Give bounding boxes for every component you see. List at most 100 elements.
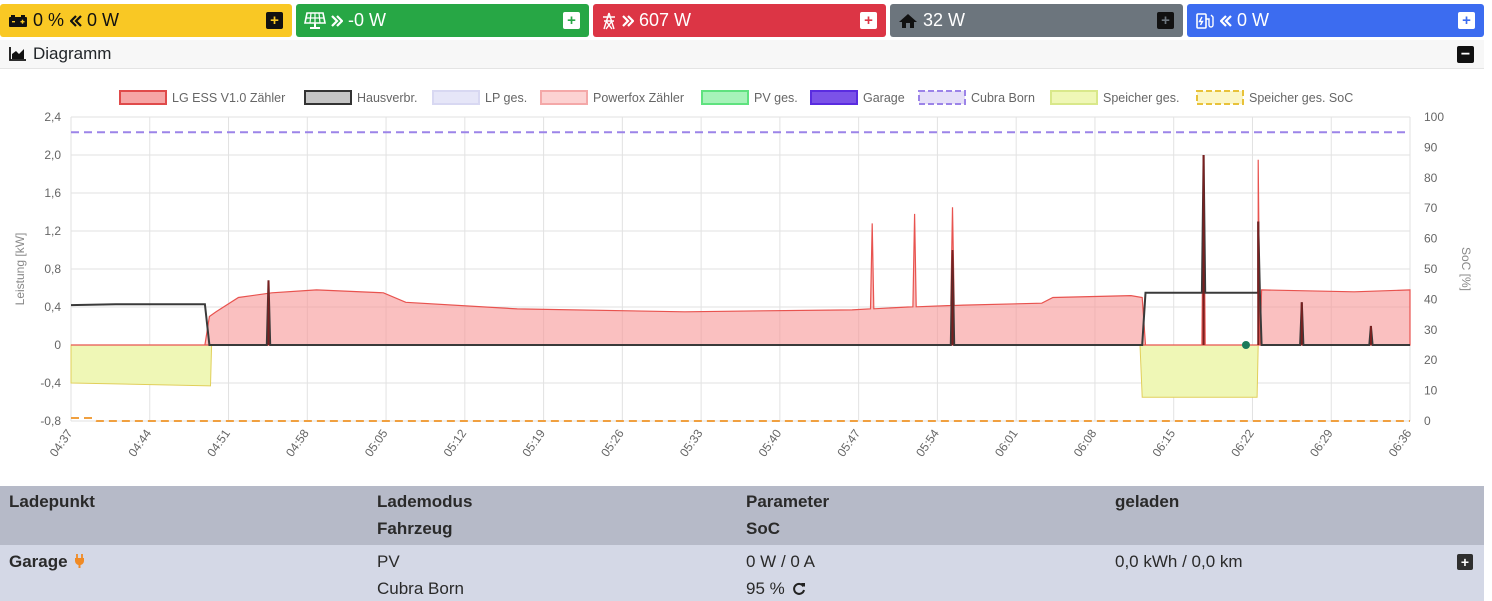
row-ladepunkt[interactable]: Garage (9, 552, 85, 573)
y-tick-label: 0 (54, 338, 61, 352)
legend-label: PV ges. (754, 91, 798, 105)
y2-tick-label: 50 (1424, 262, 1438, 276)
soc-value: 95 % (746, 579, 785, 598)
battery-soc: 0 % (33, 10, 65, 30)
expand-pv-button[interactable]: + (563, 12, 580, 29)
y2-tick-label: 70 (1424, 201, 1438, 215)
x-tick-label: 05:19 (519, 426, 548, 459)
solar-panel-icon (304, 11, 326, 30)
expand-ev-button[interactable]: + (1458, 12, 1475, 29)
y2-tick-label: 90 (1424, 140, 1438, 154)
y2-tick-label: 40 (1424, 292, 1438, 306)
chart-series (70, 131, 1411, 422)
loadpoint-table: Ladepunkt Lademodus Fahrzeug Parameter S… (0, 486, 1484, 601)
x-tick-label: 05:47 (834, 426, 863, 459)
double-chevron-right-icon (331, 14, 343, 27)
expand-house-button[interactable]: + (1157, 12, 1174, 29)
pv-power: -0 W (348, 10, 386, 30)
expand-battery-button[interactable]: + (266, 12, 283, 29)
legend-swatch (810, 90, 858, 105)
legend-label: Hausverbr. (357, 91, 417, 105)
x-tick-label: 05:33 (677, 426, 706, 459)
table-header: Ladepunkt Lademodus Fahrzeug Parameter S… (0, 486, 1484, 545)
x-tick-label: 05:26 (598, 426, 627, 459)
legend-label: Powerfox Zähler (593, 91, 684, 105)
charging-station-icon (1195, 12, 1215, 30)
header-ladepunkt: Ladepunkt (9, 492, 95, 511)
legend-label: Speicher ges. (1103, 91, 1179, 105)
grid-tile[interactable]: 607 W + (593, 4, 886, 37)
row-geladen: 0,0 kWh / 0,0 km (1115, 552, 1243, 571)
y2-tick-label: 60 (1424, 232, 1438, 246)
speicher-area (70, 344, 1410, 398)
battery-icon (8, 14, 28, 28)
header-fahrzeug: Fahrzeug (377, 519, 453, 538)
double-chevron-right-icon (622, 14, 634, 27)
double-chevron-left-icon (70, 14, 82, 27)
y2-axis-title: SoC [%] (1459, 247, 1473, 291)
x-tick-label: 06:22 (1228, 426, 1257, 459)
diagram-title: Diagramm (33, 44, 112, 63)
diagram-header[interactable]: Diagramm − (0, 40, 1484, 69)
x-tick-label: 06:08 (1071, 426, 1100, 459)
y2-tick-label: 20 (1424, 353, 1438, 367)
expand-loadpoint-button[interactable]: + (1457, 554, 1473, 570)
y-tick-label: -0,8 (40, 414, 61, 428)
y2-tick-label: 0 (1424, 414, 1431, 428)
pv-tile[interactable]: -0 W + (296, 4, 589, 37)
x-tick-label: 05:05 (362, 426, 391, 459)
x-tick-label: 06:29 (1307, 426, 1336, 459)
legend-label: Speicher ges. SoC (1249, 91, 1353, 105)
power-tower-icon (601, 12, 617, 30)
x-tick-label: 04:58 (283, 426, 312, 459)
legend-swatch (918, 90, 966, 105)
legend-swatch (540, 90, 588, 105)
house-tile[interactable]: 32 W + (890, 4, 1183, 37)
row-fahrzeug: Cubra Born (377, 579, 464, 598)
power-chart: LG ESS V1.0 Zähler Hausverbr. LP ges. Power… (0, 70, 1484, 484)
legend-swatch (1050, 90, 1098, 105)
legend-swatch (304, 90, 352, 105)
collapse-diagram-button[interactable]: − (1457, 46, 1474, 63)
x-tick-label: 05:40 (756, 426, 785, 459)
x-tick-label: 04:44 (126, 426, 155, 459)
y-axis-title: Leistung [kW] (13, 233, 27, 306)
home-icon (898, 13, 918, 29)
lg-ess-area (71, 154, 1411, 346)
double-chevron-left-icon (1220, 14, 1232, 27)
row-lademodus[interactable]: PV (377, 552, 400, 572)
refresh-icon[interactable] (792, 581, 806, 601)
y-tick-label: 2,0 (44, 148, 61, 162)
legend-label: LP ges. (485, 91, 527, 105)
legend-label: Garage (863, 91, 905, 105)
x-tick-label: 04:51 (204, 426, 233, 459)
row-parameter: 0 W / 0 A (746, 552, 815, 571)
table-row[interactable]: Garage PV Cubra Born 0 W / 0 A 95 % 0,0 … (0, 545, 1484, 601)
battery-tile[interactable]: 0 % 0 W + (0, 4, 292, 37)
chart-canvas: LG ESS V1.0 Zähler Hausverbr. LP ges. Power… (13, 90, 1473, 459)
header-soc: SoC (746, 519, 780, 538)
x-tick-label: 06:36 (1386, 426, 1415, 459)
current-value-marker (1241, 341, 1250, 349)
area-chart-icon (9, 47, 27, 61)
y-tick-label: 0,8 (44, 262, 61, 276)
expand-grid-button[interactable]: + (860, 12, 877, 29)
status-bar: 0 % 0 W + -0 W + 607 W + 32 W + 0 W + (0, 0, 1492, 38)
header-parameter: Parameter (746, 492, 830, 511)
y2-tick-label: 30 (1424, 323, 1438, 337)
y2-tick-label: 100 (1424, 110, 1444, 124)
row-soc: 95 % (746, 579, 806, 601)
ev-tile[interactable]: 0 W + (1187, 4, 1484, 37)
loadpoint-name: Garage (9, 552, 68, 571)
legend-swatch (1196, 90, 1244, 105)
x-tick-label: 04:37 (47, 426, 76, 459)
grid-power: 607 W (639, 10, 692, 30)
chart-axes: 2,42,01,61,20,80,40-0,4-0,81009080706050… (13, 110, 1473, 459)
y2-tick-label: 80 (1424, 171, 1438, 185)
plug-icon (74, 553, 85, 573)
x-tick-label: 05:54 (913, 426, 942, 459)
x-tick-label: 06:01 (992, 426, 1021, 459)
header-lademodus: Lademodus (377, 492, 473, 511)
y-tick-label: 1,6 (44, 186, 61, 200)
header-geladen: geladen (1115, 492, 1180, 511)
